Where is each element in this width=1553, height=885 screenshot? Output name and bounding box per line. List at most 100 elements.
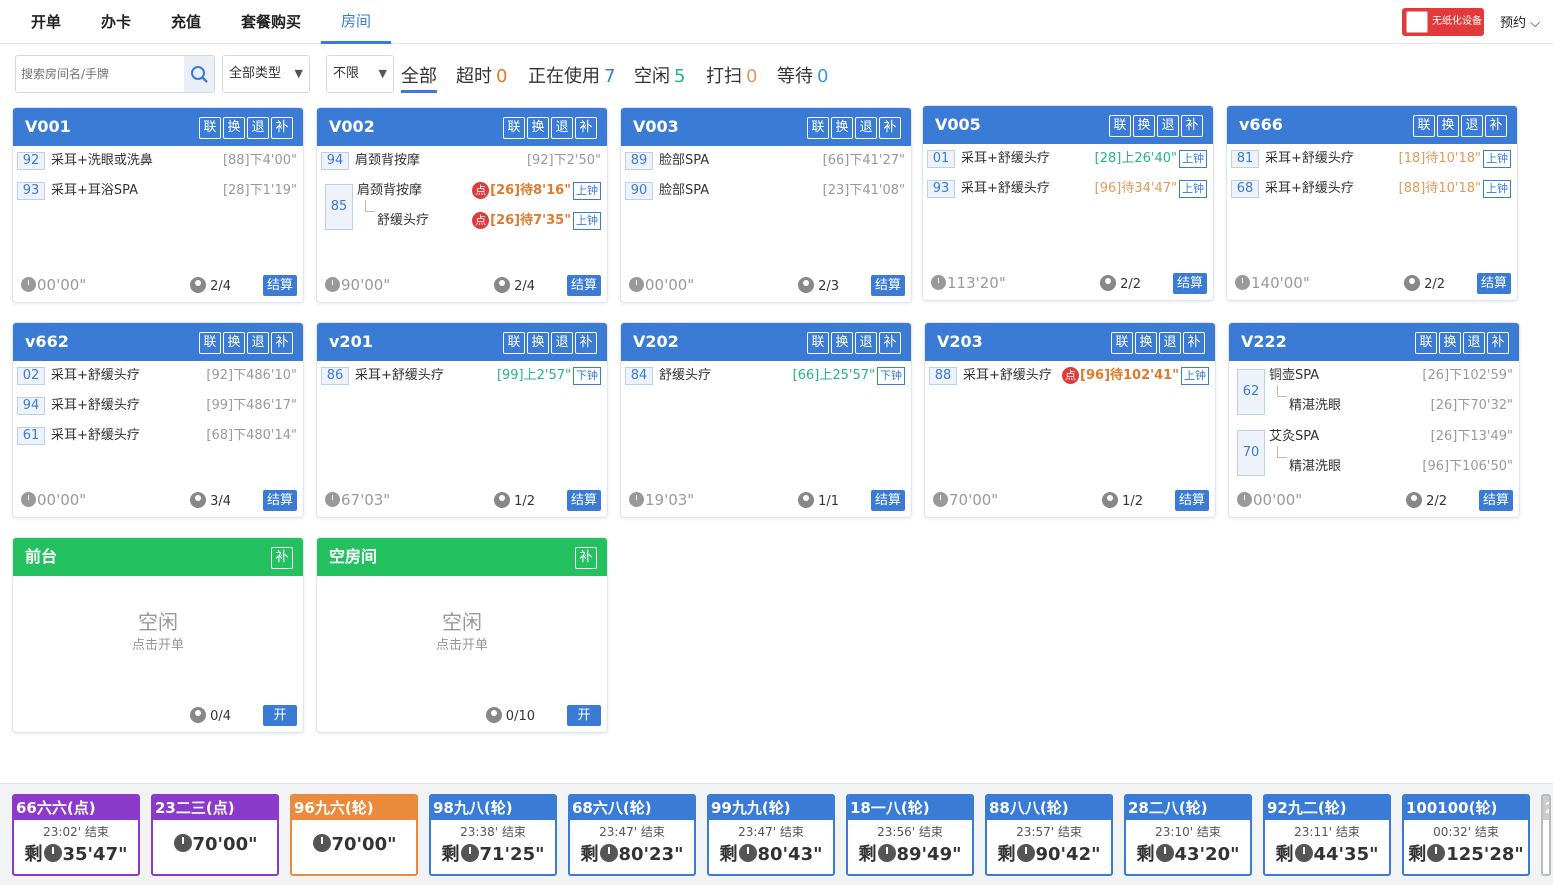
technician-card[interactable]: 100100(轮) 00:32' 结束剩 125'28" [1402,794,1530,876]
supplement-button[interactable]: 补 [271,117,293,139]
refund-button[interactable]: 退 [551,332,573,354]
link-button[interactable]: 联 [503,117,525,139]
paperless-device-badge[interactable]: 无纸化设备 [1402,8,1484,36]
supplement-button[interactable]: 补 [879,117,901,139]
supplement-button[interactable]: 补 [271,547,293,569]
tab-recharge[interactable]: 充值 [158,0,214,44]
room-card-v666[interactable]: v666 联换退补 81 采耳+舒缓头疗 [18]待10'18" 上钟 68 采耳+舒缓头疗 [… [1226,105,1518,301]
service-row[interactable]: 86 采耳+舒缓头疗 [99]上2'57" 下钟 [321,365,603,387]
supplement-button[interactable]: 补 [1485,115,1507,137]
settle-button[interactable]: 结算 [567,490,601,511]
technician-card[interactable]: 99九九(轮) 23:47' 结束剩 80'43" [707,794,835,876]
refund-button[interactable]: 退 [1461,115,1483,137]
clock-up-button[interactable]: 上钟 [1483,150,1511,168]
settle-button[interactable]: 结算 [871,490,905,511]
link-button[interactable]: 联 [199,117,221,139]
filter-3[interactable]: 空闲 5 [634,62,685,88]
settle-button[interactable]: 结算 [567,275,601,296]
tab-package[interactable]: 套餐购买 [228,0,314,44]
service-row[interactable]: 68 采耳+舒缓头疗 [88]待10'18" 上钟 [1231,178,1513,200]
link-button[interactable]: 联 [1413,115,1435,137]
clock-up-button[interactable]: 上钟 [1179,150,1207,168]
technician-card-partial[interactable]: 2 [1541,794,1551,876]
swap-button[interactable]: 换 [223,332,245,354]
technician-card[interactable]: 88八八(轮) 23:57' 结束剩 90'42" [985,794,1113,876]
service-row[interactable]: 61 采耳+舒缓头疗 [68]下480'14" [17,425,299,447]
refund-button[interactable]: 退 [855,332,877,354]
swap-button[interactable]: 换 [1437,115,1459,137]
room-card-空房间[interactable]: 空房间 补空闲 点击开单 0/10 开 [316,537,608,733]
service-row[interactable]: 88 采耳+舒缓头疗点 [96]待102'41" 上钟 [929,365,1211,387]
tab-card[interactable]: 办卡 [88,0,144,44]
service-row[interactable]: 90 脸部SPA [23]下41'08" [625,180,907,202]
supplement-button[interactable]: 补 [575,117,597,139]
supplement-button[interactable]: 补 [575,332,597,354]
link-button[interactable]: 联 [807,332,829,354]
limit-select[interactable]: 不限 ▼ [326,55,394,93]
filter-1[interactable]: 超时 0 [456,62,507,88]
filter-5[interactable]: 等待 0 [777,62,828,88]
refund-button[interactable]: 退 [247,332,269,354]
service-row[interactable]: 02 采耳+舒缓头疗 [92]下486'10" [17,365,299,387]
room-card-V003[interactable]: V003 联换退补 89 脸部SPA [66]下41'27" 90 脸部SPA [23]下41… [620,107,912,303]
filter-2[interactable]: 正在使用 7 [528,62,615,88]
technician-card[interactable]: 96九六(轮) 70'00" [290,794,418,876]
refund-button[interactable]: 退 [247,117,269,139]
service-row[interactable]: 93 采耳+舒缓头疗 [96]待34'47" 上钟 [927,178,1209,200]
settle-button[interactable]: 结算 [263,490,297,511]
refund-button[interactable]: 退 [1463,332,1485,354]
clock-down-button[interactable]: 下钟 [877,367,905,385]
refund-button[interactable]: 退 [1157,115,1179,137]
swap-button[interactable]: 换 [1135,332,1157,354]
link-button[interactable]: 联 [1109,115,1131,137]
swap-button[interactable]: 换 [527,332,549,354]
swap-button[interactable]: 换 [1133,115,1155,137]
swap-button[interactable]: 换 [223,117,245,139]
reserve-dropdown[interactable]: 预约 ⌵ [1500,12,1540,31]
service-row[interactable]: 01 采耳+舒缓头疗 [28]上26'40" 上钟 [927,148,1209,170]
refund-button[interactable]: 退 [551,117,573,139]
settle-button[interactable]: 结算 [1175,490,1209,511]
service-row[interactable]: 93 采耳+耳浴SPA [28]下1'19" [17,180,299,202]
technician-card[interactable]: 18一八(轮) 23:56' 结束剩 89'49" [846,794,974,876]
tab-rooms[interactable]: 房间 [321,0,391,44]
technician-card[interactable]: 68六八(轮) 23:47' 结束剩 80'23" [568,794,696,876]
technician-card[interactable]: 23二三(点) 70'00" [151,794,279,876]
refund-button[interactable]: 退 [855,117,877,139]
service-row[interactable]: 94 采耳+舒缓头疗 [99]下486'17" [17,395,299,417]
service-row[interactable]: 92 采耳+洗眼或洗鼻 [88]下4'00" [17,150,299,172]
supplement-button[interactable]: 补 [1181,115,1203,137]
supplement-button[interactable]: 补 [879,332,901,354]
clock-down-button[interactable]: 下钟 [573,367,601,385]
settle-button[interactable]: 结算 [871,275,905,296]
technician-card[interactable]: 98九八(轮) 23:38' 结束剩 71'25" [429,794,557,876]
technician-card[interactable]: 92九二(轮) 23:11' 结束剩 44'35" [1263,794,1391,876]
clock-up-button[interactable]: 上钟 [1181,367,1209,385]
service-row[interactable]: 94 肩颈背按摩 [92]下2'50" [321,150,603,172]
filter-4[interactable]: 打扫 0 [706,62,757,88]
link-button[interactable]: 联 [1111,332,1133,354]
technician-card[interactable]: 66六六(点) 23:02' 结束剩 35'47" [12,794,140,876]
link-button[interactable]: 联 [1415,332,1437,354]
link-button[interactable]: 联 [503,332,525,354]
service-row[interactable]: 89 脸部SPA [66]下41'27" [625,150,907,172]
supplement-button[interactable]: 补 [1183,332,1205,354]
swap-button[interactable]: 换 [1439,332,1461,354]
swap-button[interactable]: 换 [527,117,549,139]
room-card-v662[interactable]: v662 联换退补 02 采耳+舒缓头疗 [92]下486'10" 94 采耳+舒缓头疗 [9… [12,322,304,518]
supplement-button[interactable]: 补 [575,547,597,569]
service-row[interactable]: 84 舒缓头疗 [66]上25'57" 下钟 [625,365,907,387]
tab-open-order[interactable]: 开单 [18,0,74,44]
search-button[interactable] [184,56,214,92]
clock-up-button[interactable]: 上钟 [1483,180,1511,198]
room-type-select[interactable]: 全部类型 ▼ [222,55,310,93]
swap-button[interactable]: 换 [831,117,853,139]
settle-button[interactable]: 结算 [263,275,297,296]
supplement-button[interactable]: 补 [1487,332,1509,354]
service-row[interactable]: 81 采耳+舒缓头疗 [18]待10'18" 上钟 [1231,148,1513,170]
settle-button[interactable]: 结算 [1479,490,1513,511]
clock-up-button[interactable]: 上钟 [1179,180,1207,198]
settle-button[interactable]: 结算 [1173,273,1207,294]
clock-up-button[interactable]: 上钟 [573,212,601,230]
room-card-v201[interactable]: v201 联换退补 86 采耳+舒缓头疗 [99]上2'57" 下钟 67'03" 1/2 结算 [316,322,608,518]
